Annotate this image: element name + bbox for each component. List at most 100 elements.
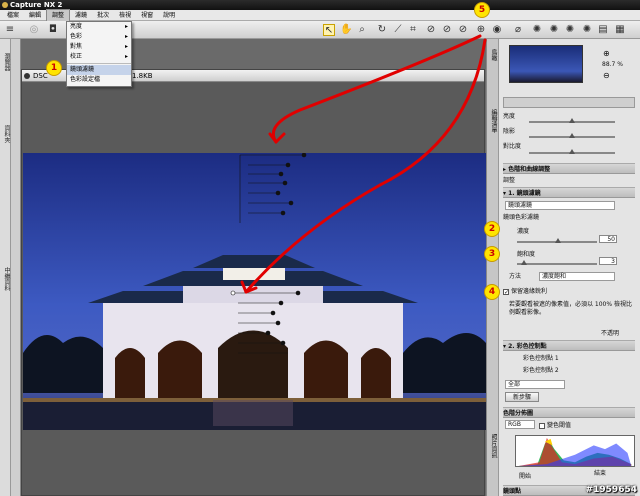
method-select[interactable]: 濃度飽和 xyxy=(539,272,615,281)
navigator-thumbnail[interactable] xyxy=(509,45,583,83)
control-point-1[interactable]: 彩色控制點 1 xyxy=(523,353,640,364)
layers-icon[interactable]: ▤ xyxy=(597,24,609,36)
section-levels-curves[interactable]: ▸ 色階和曲線調整 xyxy=(503,163,635,174)
camera-icon[interactable]: ◘ xyxy=(47,24,59,36)
control-point-2[interactable]: 彩色控制點 2 xyxy=(523,365,640,376)
tab-edit-list[interactable]: 編輯清單 xyxy=(489,109,497,133)
badge-3: 3 xyxy=(484,246,500,262)
right-panel: 鳥瞰 編輯清單 照片資訊 88.7 % ⊕ ⊖ 亮度 陰影 對比度 ▸ 色階和曲… xyxy=(486,39,640,496)
filter-type-select[interactable]: 鏡頭濾鏡 xyxy=(505,201,615,210)
contrast-slider[interactable] xyxy=(529,149,615,154)
saturation-label: 飽和度 xyxy=(517,251,536,258)
menu-bar: 檔案 編輯 調整 濾鏡 批次 檢視 視窗 說明 xyxy=(0,8,640,22)
brightness-slider-knob[interactable] xyxy=(569,118,575,123)
menu-item-focus[interactable]: 對焦 ▸ xyxy=(67,42,131,52)
zoom-level: 88.7 % xyxy=(602,61,623,68)
histogram-end-label: 結束 xyxy=(594,470,607,477)
menu-item-lens-filter[interactable]: 鏡頭濾鏡 xyxy=(67,65,131,75)
right-panel-content: 88.7 % ⊕ ⊖ 亮度 陰影 對比度 ▸ 色階和曲線調整 調整 ▾ 1. 鏡… xyxy=(499,39,640,496)
app-logo-icon xyxy=(2,2,8,8)
new-step-button[interactable]: 新步驟 xyxy=(505,392,539,402)
tab-birds-eye[interactable]: 鳥瞰 xyxy=(489,49,497,61)
preserve-edges-checkbox[interactable]: ✓ xyxy=(503,288,509,295)
fill-icon[interactable]: ✺ xyxy=(581,24,593,36)
tab-photo-info[interactable]: 照片資訊 xyxy=(489,434,497,458)
density-value[interactable]: 50 xyxy=(599,235,617,243)
tab-browser[interactable]: 瀏覽器 xyxy=(1,53,10,71)
density-slider-knob[interactable] xyxy=(555,238,561,243)
badge-4: 4 xyxy=(484,284,500,300)
left-panel-strip: 瀏覽器 資料夾 中繼資料 xyxy=(0,39,11,496)
filter-color-label: 鏡頭色彩濾鏡 xyxy=(503,214,540,221)
shadow-slider[interactable] xyxy=(529,133,615,138)
capture-nx-window: Capture NX 2 檔案 編輯 調整 濾鏡 批次 檢視 視窗 說明 ≡ ◎… xyxy=(0,0,640,496)
zoom-tool-icon[interactable]: ⌕ xyxy=(356,24,368,36)
straighten-icon[interactable]: ⟋ xyxy=(392,24,404,36)
direct-select-tool-icon[interactable]: ↖ xyxy=(323,24,335,36)
badge-5: 5 xyxy=(474,2,490,18)
menu-adjust[interactable]: 調整 xyxy=(46,8,71,22)
browser-icon[interactable]: ◎ xyxy=(28,24,40,36)
adjust-dropdown-menu: 亮度 ▸ 色彩 ▸ 對焦 ▸ 校正 ▸ 鏡頭濾鏡 色彩設定檔 xyxy=(66,21,132,87)
preserve-edges-row[interactable]: ✓ 保留邊緣銳利 xyxy=(503,286,635,297)
histogram xyxy=(515,435,635,467)
tab-folder[interactable]: 資料夾 xyxy=(1,125,10,143)
shadow-slider-knob[interactable] xyxy=(569,133,575,138)
menu-item-color[interactable]: 色彩 ▸ xyxy=(67,32,131,42)
menu-toggle-icon[interactable]: ≡ xyxy=(4,24,16,36)
density-label: 濃度 xyxy=(517,228,530,235)
hand-tool-icon[interactable]: ✋ xyxy=(340,24,352,36)
image-filename: DSC xyxy=(33,72,48,80)
rotate-icon[interactable]: ↻ xyxy=(376,24,388,36)
zoom-in-icon[interactable]: ⊕ xyxy=(603,49,610,58)
badge-1: 1 xyxy=(46,60,62,76)
brightness-slider[interactable] xyxy=(529,118,615,123)
saturation-value[interactable]: 3 xyxy=(599,257,617,265)
black-control-point-icon[interactable]: ⊘ xyxy=(441,24,453,36)
section-color-control-points[interactable]: ▾ 2. 彩色控制點 xyxy=(503,340,635,351)
menu-item-correct[interactable]: 校正 ▸ xyxy=(67,52,131,62)
menu-item-color-profile[interactable]: 色彩設定檔 xyxy=(67,75,131,85)
title-bar: Capture NX 2 xyxy=(0,0,640,10)
selection-brush-icon[interactable]: ✺ xyxy=(548,24,560,36)
image-window: DSC 1.8KB xyxy=(21,69,486,496)
neutral-control-point-icon[interactable]: ⊘ xyxy=(457,24,469,36)
menu-separator xyxy=(67,63,131,64)
section-histogram[interactable]: 色階分佈圖 xyxy=(503,407,635,418)
workspace-icon[interactable]: ▦ xyxy=(614,24,626,36)
menu-view[interactable]: 檢視 xyxy=(114,10,136,21)
menu-edit[interactable]: 編輯 xyxy=(24,10,46,21)
menu-item-brightness[interactable]: 亮度 ▸ xyxy=(67,22,131,32)
density-slider[interactable] xyxy=(517,238,597,243)
selection-gradient-icon[interactable]: ✺ xyxy=(564,24,576,36)
lasso-icon[interactable]: ⌀ xyxy=(512,24,524,36)
crop-icon[interactable]: ⌗ xyxy=(407,24,419,36)
saturation-slider-knob[interactable] xyxy=(521,260,527,265)
section-lens-filter[interactable]: ▾ 1. 鏡頭濾鏡 xyxy=(503,187,635,198)
contrast-slider-knob[interactable] xyxy=(569,149,575,154)
menu-batch[interactable]: 批次 xyxy=(92,10,114,21)
all-select[interactable]: 全部 xyxy=(505,380,565,389)
clipping-threshold-row[interactable]: 變色閾值 xyxy=(539,420,571,429)
zoom-out-icon[interactable]: ⊖ xyxy=(603,71,610,80)
preserve-note: 若要觀看被遮的像素值，必須以 100% 檢視比例觀看影像。 xyxy=(509,301,632,316)
menu-window[interactable]: 視窗 xyxy=(136,10,158,21)
saturation-slider[interactable] xyxy=(517,260,597,265)
menu-filter[interactable]: 濾鏡 xyxy=(70,10,92,21)
tab-metadata[interactable]: 中繼資料 xyxy=(1,267,10,291)
badge-2: 2 xyxy=(484,221,500,237)
photo-gate-night[interactable] xyxy=(23,153,486,430)
clipping-checkbox[interactable] xyxy=(539,422,545,429)
auto-retouch-icon[interactable]: ✺ xyxy=(531,24,543,36)
menu-file[interactable]: 檔案 xyxy=(2,10,24,21)
histogram-start-label: 開始 xyxy=(519,473,532,480)
menu-help[interactable]: 說明 xyxy=(158,10,180,21)
image-canvas[interactable] xyxy=(22,83,486,495)
color-control-point-icon[interactable]: ⊕ xyxy=(475,24,487,36)
camera-settings-row[interactable] xyxy=(503,97,635,108)
image-file-icon xyxy=(24,73,30,79)
histogram-channel-select[interactable]: RGB xyxy=(505,420,535,429)
red-eye-icon[interactable]: ⊘ xyxy=(425,24,437,36)
adjust-label: 調整 xyxy=(503,177,516,184)
eye-icon[interactable]: ◉ xyxy=(491,24,503,36)
